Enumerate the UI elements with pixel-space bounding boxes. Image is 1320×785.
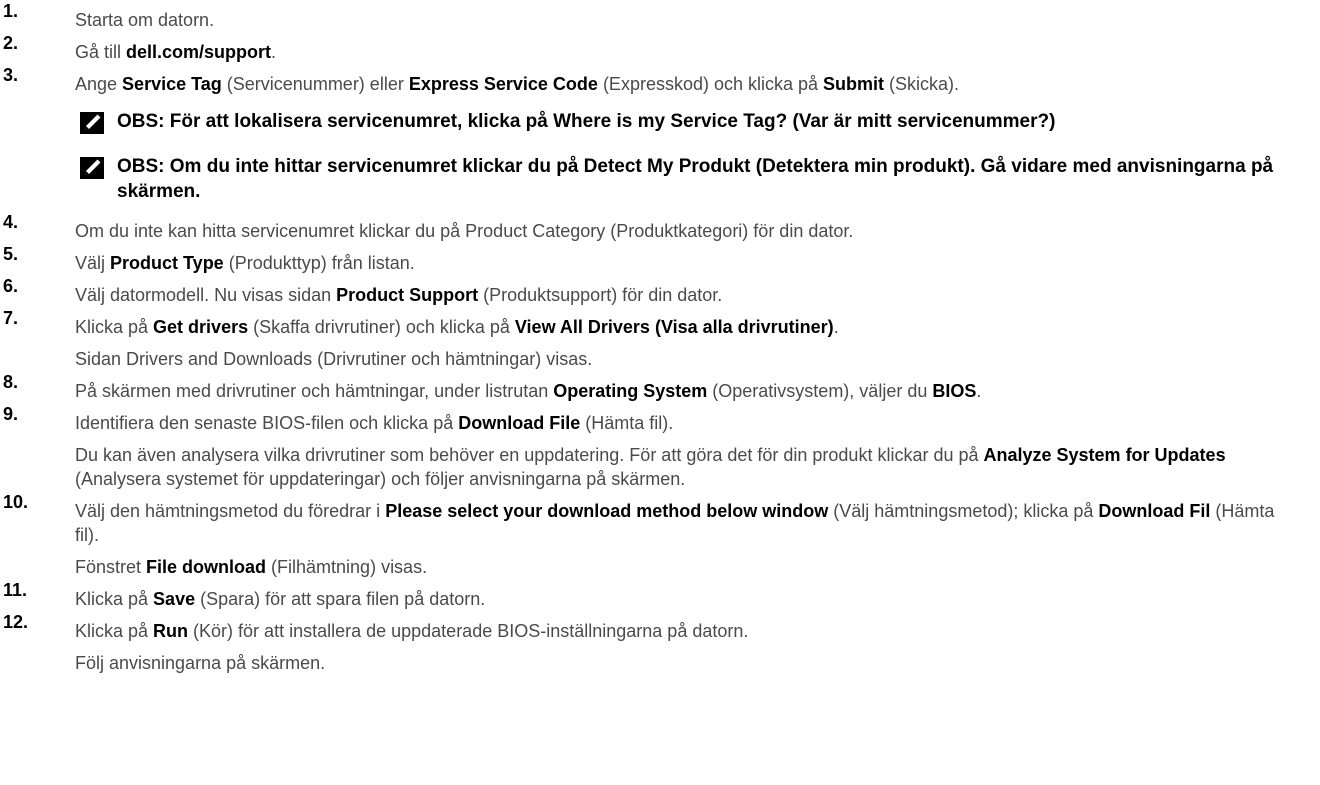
bold-term: BIOS — [932, 381, 977, 401]
step-text: Ange Service Tag (Servicenummer) eller E… — [75, 65, 1300, 97]
step-number: 8. — [3, 372, 19, 392]
step-number: 3. — [3, 65, 19, 85]
text-run: (Expresskod) och klicka på — [597, 74, 824, 94]
step-number: 4. — [3, 212, 19, 232]
bold-term: Operating System — [553, 381, 708, 401]
step-item: 6. Välj datormodell. Nu visas sidan Produ… — [0, 276, 1320, 308]
text-run: (Spara) för att spara filen på datorn. — [195, 589, 486, 609]
step-number: 7. — [3, 308, 19, 328]
text-run: (Filhämtning) visas. — [266, 557, 428, 577]
text-run: (Skicka). — [884, 74, 960, 94]
step-item: 11. Klicka på Save (Spara) för att spara … — [0, 580, 1320, 612]
step-number: 12. — [3, 612, 29, 632]
step-text: Identifiera den senaste BIOS-filen och k… — [75, 404, 1300, 436]
note-text: OBS: Om du inte hittar servicenumret kli… — [117, 156, 1274, 202]
bold-term: Download File — [458, 413, 581, 433]
step-text: Välj Product Type (Produkttyp) från list… — [75, 244, 1300, 276]
step-text: Starta om datorn. — [75, 1, 1300, 33]
step-item: 8. På skärmen med drivrutiner och hämtnin… — [0, 372, 1320, 404]
step-number: 1. — [3, 1, 19, 21]
step-item: 7. Klicka på Get drivers (Skaffa drivruti… — [0, 308, 1320, 372]
bold-term: Submit — [823, 74, 885, 94]
text-run: (Kör) för att installera de uppdaterade … — [188, 621, 749, 641]
step-text: Gå till dell.com/support. — [75, 33, 1300, 65]
step-text: Klicka på Save (Spara) för att spara fil… — [75, 580, 1300, 612]
text-run: Sidan Drivers and Downloads (Drivrutiner… — [75, 349, 593, 369]
text-run: Välj datormodell. Nu visas sidan — [75, 285, 337, 305]
bold-term: Get drivers — [153, 317, 249, 337]
pencil-note-icon — [80, 112, 104, 134]
step-list-part-1: 1. Starta om datorn. 2. Gå till dell.com/su… — [0, 1, 1320, 97]
text-run: Klicka på — [75, 317, 154, 337]
step-number: 5. — [3, 244, 19, 264]
bold-term: Analyze System for Updates — [983, 445, 1226, 465]
note-text: OBS: För att lokalisera servicenumret, k… — [117, 111, 1056, 132]
notes-section: OBS: För att lokalisera servicenumret, k… — [0, 97, 1320, 212]
text-run: Gå till — [75, 42, 127, 62]
bold-term: Service Tag — [122, 74, 222, 94]
text-run: (Välj hämtningsmetod); klicka på — [828, 501, 1099, 521]
bold-term: Download Fil — [1098, 501, 1211, 521]
step-item: 9. Identifiera den senaste BIOS-filen och… — [0, 404, 1320, 492]
step-number: 11. — [3, 580, 28, 600]
note-block: OBS: För att lokalisera servicenumret, k… — [0, 97, 1320, 142]
step-text: Klicka på Run (Kör) för att installera d… — [75, 612, 1300, 644]
step-item: 3. Ange Service Tag (Servicenummer) eller… — [0, 65, 1320, 97]
step-item: 2. Gå till dell.com/support. — [0, 33, 1320, 65]
step-text: Välj datormodell. Nu visas sidan Product… — [75, 276, 1300, 308]
text-run: Ange — [75, 74, 123, 94]
bold-term: File download — [146, 557, 267, 577]
step-list-part-2: 4. Om du inte kan hitta servicenumret kli… — [0, 212, 1320, 676]
step-text: Om du inte kan hitta servicenumret klick… — [75, 212, 1300, 244]
text-run: Klicka på — [75, 589, 154, 609]
step-text: På skärmen med drivrutiner och hämtninga… — [75, 372, 1300, 404]
step-number: 2. — [3, 33, 19, 53]
step-item: 10. Välj den hämtningsmetod du föredrar i… — [0, 492, 1320, 580]
bold-term: Save — [153, 589, 196, 609]
text-run: . — [271, 42, 277, 62]
bold-term: View All Drivers (Visa alla drivrutiner) — [514, 317, 834, 337]
step-subtext: Sidan Drivers and Downloads (Drivrutiner… — [75, 340, 1300, 372]
step-number: 9. — [3, 404, 19, 424]
bold-term: Product Type — [110, 253, 224, 273]
text-run: . — [976, 381, 982, 401]
text-run: På skärmen med drivrutiner och hämtninga… — [75, 381, 554, 401]
note-block: OBS: Om du inte hittar servicenumret kli… — [0, 142, 1320, 212]
text-run: Följ anvisningarna på skärmen. — [75, 653, 326, 673]
instruction-document: 1. Starta om datorn. 2. Gå till dell.com/su… — [0, 0, 1320, 676]
pencil-note-icon — [80, 157, 104, 179]
text-run: Om du inte kan hitta servicenumret klick… — [75, 221, 854, 241]
text-run: Du kan även analysera vilka drivrutiner … — [75, 445, 984, 465]
step-subtext: Följ anvisningarna på skärmen. — [75, 644, 1300, 676]
text-run: Välj — [75, 253, 111, 273]
step-item: 5. Välj Product Type (Produkttyp) från li… — [0, 244, 1320, 276]
bold-term: Run — [153, 621, 189, 641]
step-number: 10. — [3, 492, 29, 512]
text-run: (Servicenummer) eller — [221, 74, 409, 94]
text-run: (Analysera systemet för uppdateringar) o… — [75, 469, 686, 489]
step-item: 1. Starta om datorn. — [0, 1, 1320, 33]
bold-term: Product Support — [336, 285, 479, 305]
step-subtext: Fönstret File download (Filhämtning) vis… — [75, 548, 1300, 580]
text-run: Identifiera den senaste BIOS-filen och k… — [75, 413, 459, 433]
bold-term: dell.com/support — [126, 42, 272, 62]
step-subtext: Du kan även analysera vilka drivrutiner … — [75, 436, 1300, 492]
text-run: Starta om datorn. — [75, 10, 215, 30]
text-run: . — [833, 317, 839, 337]
text-run: (Produktsupport) för din dator. — [478, 285, 723, 305]
text-run: (Hämta fil). — [580, 413, 674, 433]
step-number: 6. — [3, 276, 19, 296]
bold-term: Please select your download method below… — [385, 501, 829, 521]
step-item: 12. Klicka på Run (Kör) för att installer… — [0, 612, 1320, 676]
step-item: 4. Om du inte kan hitta servicenumret kli… — [0, 212, 1320, 244]
step-text: Klicka på Get drivers (Skaffa drivrutine… — [75, 308, 1300, 340]
bold-term: Express Service Code — [408, 74, 598, 94]
text-run: (Skaffa drivrutiner) och klicka på — [248, 317, 515, 337]
step-text: Välj den hämtningsmetod du föredrar i Pl… — [75, 492, 1300, 548]
text-run: Klicka på — [75, 621, 154, 641]
text-run: (Produkttyp) från listan. — [223, 253, 415, 273]
text-run: (Operativsystem), väljer du — [707, 381, 933, 401]
text-run: Välj den hämtningsmetod du föredrar i — [75, 501, 386, 521]
text-run: Fönstret — [75, 557, 147, 577]
